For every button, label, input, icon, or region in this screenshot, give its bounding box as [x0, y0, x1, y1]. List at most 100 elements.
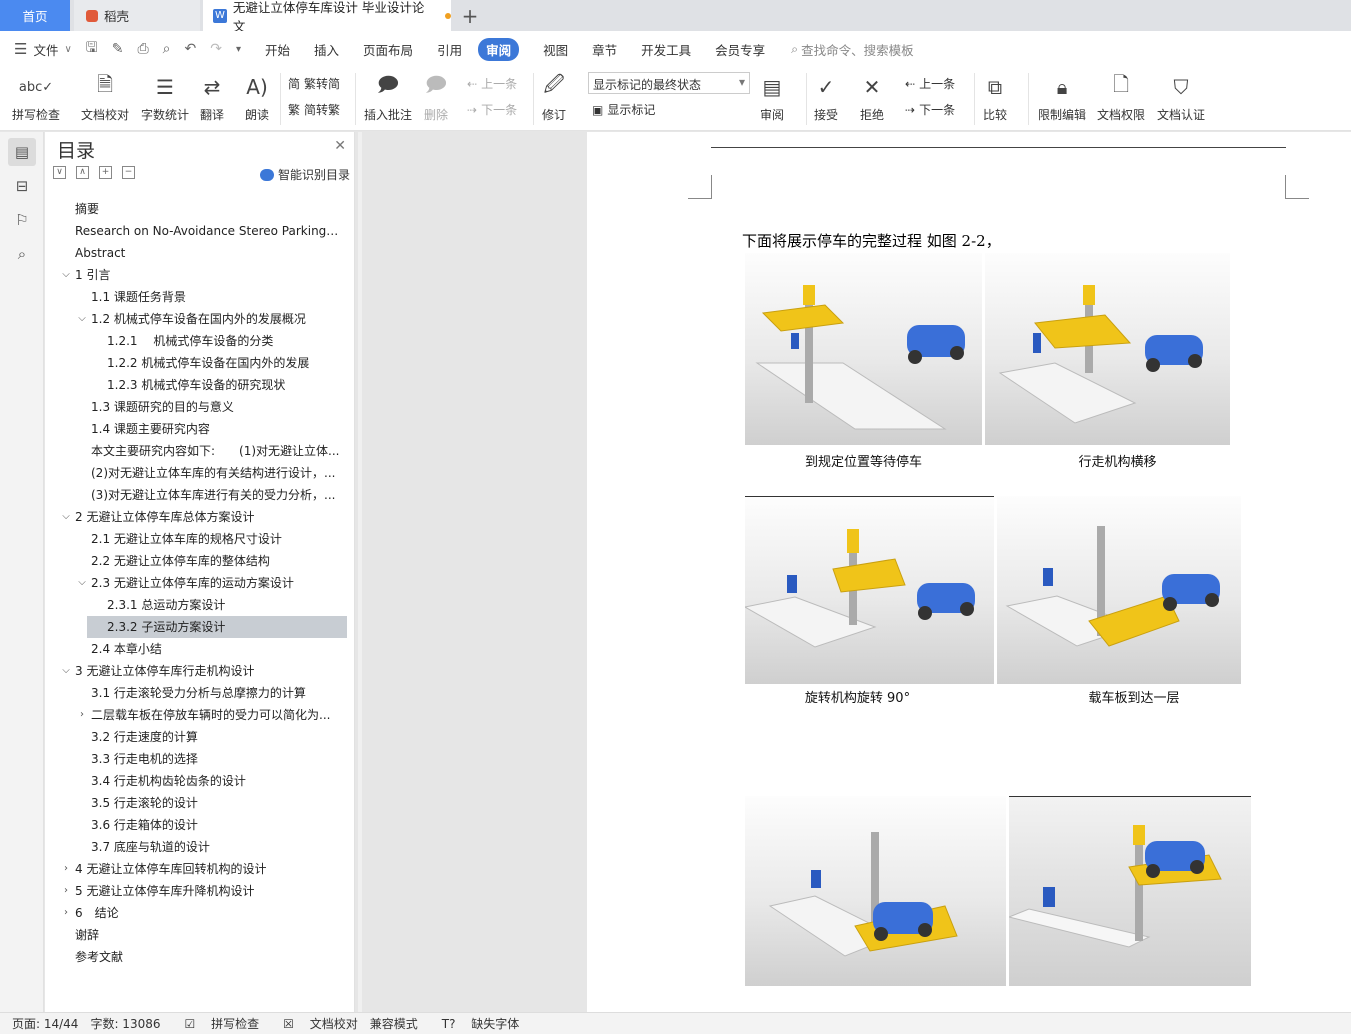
toc-item[interactable]: › 5 无避让立体停车库升降机构设计	[45, 880, 355, 902]
menu-view[interactable]: 视图	[543, 40, 568, 59]
toc-item[interactable]: 2.1 无避让立体车库的规格尺寸设计	[45, 528, 355, 550]
doc-rights-button[interactable]: 🗋 文档权限	[1097, 72, 1145, 123]
collapse-all-icon[interactable]: ∧	[76, 166, 89, 179]
doc-cert-button[interactable]: ⛉ 文档认证	[1157, 72, 1205, 123]
find-icon[interactable]: ⌕	[8, 240, 36, 268]
delete-comment-button[interactable]: 🗩 删除	[424, 72, 448, 123]
toc-item[interactable]: 3.1 行走滚轮受力分析与总摩擦力的计算	[45, 682, 355, 704]
translate-button[interactable]: ⇄ 翻译	[200, 72, 224, 123]
command-search[interactable]: 查找命令、搜索模板	[801, 40, 914, 59]
toc-item[interactable]: Research on No-Avoidance Stereo Parking …	[45, 220, 355, 242]
spell-check-button[interactable]: abc✓ 拼写检查	[12, 72, 60, 123]
toc-item[interactable]: 1.1 课题任务背景	[45, 286, 355, 308]
toc-item[interactable]: › 6 结论	[45, 902, 355, 924]
accept-button[interactable]: ✓ 接受	[814, 72, 838, 123]
toc-item[interactable]: 1.4 课题主要研究内容	[45, 418, 355, 440]
toc-item[interactable]: ⌵ 1.2 机械式停车设备在国内外的发展概况	[45, 308, 355, 330]
menu-devtools[interactable]: 开发工具	[641, 40, 691, 59]
tab-document[interactable]: W 无避让立体停车库设计 毕业设计论文	[203, 0, 451, 34]
save-icon[interactable]: 🖫	[86, 37, 98, 61]
toc-item[interactable]: 本文主要研究内容如下: (1)对无避让立体...	[45, 440, 355, 462]
chapter-nav-icon[interactable]: ⊟	[8, 172, 36, 200]
toc-item[interactable]: 3.6 行走箱体的设计	[45, 814, 355, 836]
toc-item[interactable]: › 二层载车板在停放车辆时的受力可以简化为...	[45, 704, 355, 726]
expand-all-icon[interactable]: ∨	[53, 166, 66, 179]
page-indicator[interactable]: 页面: 14/44	[12, 1015, 78, 1032]
toc-item[interactable]: 3.3 行走电机的选择	[45, 748, 355, 770]
missing-font-indicator[interactable]: T? 缺失字体	[430, 1015, 520, 1032]
chevron-right-icon[interactable]: ›	[61, 902, 71, 924]
toc-item[interactable]: 3.2 行走速度的计算	[45, 726, 355, 748]
menu-member[interactable]: 会员专享	[715, 40, 765, 59]
next-comment-button[interactable]: ⇢ 下一条	[467, 101, 517, 118]
toc-item[interactable]: 2.3.1 总运动方案设计	[45, 594, 355, 616]
next-change-button[interactable]: ⇢ 下一条	[905, 101, 955, 118]
remove-heading-icon[interactable]: −	[122, 166, 135, 179]
menu-chapter[interactable]: 章节	[592, 40, 617, 59]
menu-review[interactable]: 审阅	[478, 37, 520, 61]
toc-item[interactable]: (2)对无避让立体车库的有关结构进行设计，...	[45, 462, 355, 484]
smart-toc-button[interactable]: 智能识别目录	[259, 166, 350, 183]
chevron-down-icon[interactable]: ⌵	[77, 308, 87, 330]
toc-item[interactable]: ⌵ 2 无避让立体停车库总体方案设计	[45, 506, 355, 528]
chevron-down-icon[interactable]: ⌵	[61, 264, 71, 286]
toc-item[interactable]: › 4 无避让立体停车库回转机构的设计	[45, 858, 355, 880]
toc-item[interactable]: 3.7 底座与轨道的设计	[45, 836, 355, 858]
review-pane-button[interactable]: ▤ 审阅	[760, 72, 784, 123]
prev-comment-button[interactable]: ⇠ 上一条	[467, 75, 517, 92]
more-icon[interactable]: ▾	[236, 44, 241, 55]
toc-item[interactable]: 3.4 行走机构齿轮齿条的设计	[45, 770, 355, 792]
toc-item[interactable]: 3.5 行走滚轮的设计	[45, 792, 355, 814]
markup-state-select[interactable]: 显示标记的最终状态	[588, 72, 750, 94]
chevron-right-icon[interactable]: ›	[77, 704, 87, 726]
chevron-down-icon[interactable]: ⌵	[61, 660, 71, 682]
show-markup-button[interactable]: ▣ 显示标记	[592, 101, 655, 118]
toc-item[interactable]: (3)对无避让立体车库进行有关的受力分析，...	[45, 484, 355, 506]
toc-item[interactable]: ⌵ 1 引言	[45, 264, 355, 286]
toc-item[interactable]: ⌵ 2.3 无避让立体停车库的运动方案设计	[45, 572, 355, 594]
reject-button[interactable]: ✕ 拒绝	[860, 72, 884, 123]
chevron-right-icon[interactable]: ›	[61, 858, 71, 880]
new-tab-button[interactable]: +	[458, 0, 482, 31]
undo-icon[interactable]: ↶	[185, 41, 197, 57]
format-painter-icon[interactable]: ✎	[112, 41, 124, 57]
word-count-button[interactable]: ☰ 字数统计	[141, 72, 189, 123]
compare-button[interactable]: ⧉ 比较	[983, 72, 1007, 123]
toc-item[interactable]: 1.2.1 机械式停车设备的分类	[45, 330, 355, 352]
print-icon[interactable]: ⎙	[137, 41, 148, 57]
toc-item[interactable]: 2.4 本章小结	[45, 638, 355, 660]
status-proofread[interactable]: ☒ 文档校对	[271, 1015, 358, 1032]
print-preview-icon[interactable]: ⌕	[163, 41, 171, 57]
toc-item[interactable]: ⌵ 3 无避让立体停车库行走机构设计	[45, 660, 355, 682]
word-count-indicator[interactable]: 字数: 13086	[90, 1015, 160, 1032]
add-heading-icon[interactable]: +	[99, 166, 112, 179]
insert-comment-button[interactable]: 🗩 插入批注	[364, 72, 412, 123]
toc-item[interactable]: 谢辞	[45, 924, 355, 946]
menu-layout[interactable]: 页面布局	[363, 40, 413, 59]
toc-panel-icon[interactable]: ▤	[8, 138, 36, 166]
toc-item[interactable]: 1.3 课题研究的目的与意义	[45, 396, 355, 418]
toc-item[interactable]: 摘要	[45, 198, 355, 220]
menu-reference[interactable]: 引用	[437, 40, 462, 59]
close-icon[interactable]: ✕	[334, 138, 346, 154]
hamburger-icon[interactable]: ☰	[14, 40, 27, 58]
toc-item[interactable]: Abstract	[45, 242, 355, 264]
toc-item[interactable]: 2.3.2 子运动方案设计	[87, 616, 347, 638]
track-changes-button[interactable]: 🖉 修订	[542, 72, 566, 123]
chevron-right-icon[interactable]: ›	[61, 880, 71, 902]
simp-to-trad-button[interactable]: 繁简转繁	[288, 101, 340, 118]
trad-to-simp-button[interactable]: 简繁转简	[288, 75, 340, 92]
chevron-down-icon[interactable]: ⌵	[77, 572, 87, 594]
read-aloud-button[interactable]: A) 朗读	[245, 72, 269, 123]
restrict-edit-button[interactable]: 🔒︎ 限制编辑	[1038, 72, 1086, 123]
toc-item[interactable]: 2.2 无避让立体停车库的整体结构	[45, 550, 355, 572]
prev-change-button[interactable]: ⇠ 上一条	[905, 75, 955, 92]
tab-daoke[interactable]: 稻壳	[74, 0, 200, 31]
toc-item[interactable]: 参考文献	[45, 946, 355, 968]
redo-icon[interactable]: ↷	[210, 41, 222, 57]
file-menu[interactable]: 文件	[33, 40, 58, 59]
chevron-down-icon[interactable]: ⌵	[61, 506, 71, 528]
menu-insert[interactable]: 插入	[314, 40, 339, 59]
status-spell-check[interactable]: ☑ 拼写检查	[173, 1015, 260, 1032]
tab-home[interactable]: 首页	[0, 0, 70, 31]
